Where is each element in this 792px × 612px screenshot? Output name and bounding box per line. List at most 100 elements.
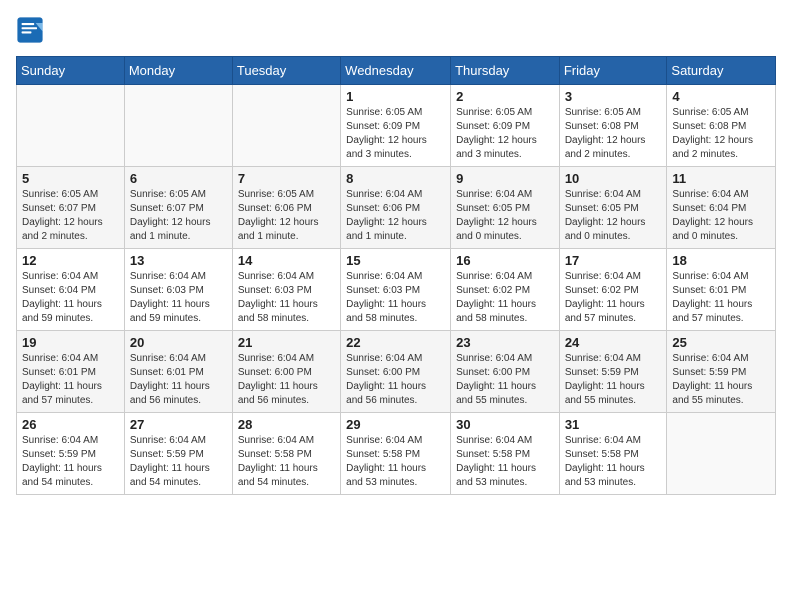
day-number: 26	[22, 417, 119, 432]
day-info: Sunrise: 6:04 AM Sunset: 5:59 PM Dayligh…	[565, 352, 662, 408]
calendar-cell: 22 Sunrise: 6:04 AM Sunset: 6:00 PM Dayli…	[341, 331, 451, 413]
day-number: 19	[22, 335, 119, 350]
day-number: 9	[456, 171, 554, 186]
day-info: Sunrise: 6:04 AM Sunset: 6:03 PM Dayligh…	[238, 270, 335, 326]
calendar-cell: 20Sunrise: 6:04 AM Sunset: 6:01 PM Dayli…	[124, 331, 232, 413]
calendar-cell: 1 Sunrise: 6:05 AM Sunset: 6:09 PM Daylig…	[341, 85, 451, 167]
day-info: Sunrise: 6:04 AM Sunset: 6:00 PM Dayligh…	[346, 352, 445, 408]
day-number: 21	[238, 335, 335, 350]
calendar-cell: 28 Sunrise: 6:04 AM Sunset: 5:58 PM Dayli…	[232, 413, 340, 495]
day-info: Sunrise: 6:04 AM Sunset: 6:04 PM Dayligh…	[672, 188, 770, 244]
day-info: Sunrise: 6:04 AM Sunset: 6:06 PM Dayligh…	[346, 188, 445, 244]
calendar-cell: 16 Sunrise: 6:04 AM Sunset: 6:02 PM Dayli…	[451, 249, 560, 331]
day-number: 12	[22, 253, 119, 268]
day-info: Sunrise: 6:04 AM Sunset: 6:02 PM Dayligh…	[456, 270, 554, 326]
day-info: Sunrise: 6:04 AM Sunset: 5:58 PM Dayligh…	[565, 434, 662, 490]
calendar-cell: 7 Sunrise: 6:05 AM Sunset: 6:06 PM Daylig…	[232, 167, 340, 249]
calendar-cell: 13 Sunrise: 6:04 AM Sunset: 6:03 PM Dayli…	[124, 249, 232, 331]
day-number: 8	[346, 171, 445, 186]
calendar-cell: 11 Sunrise: 6:04 AM Sunset: 6:04 PM Dayli…	[667, 167, 776, 249]
day-info: Sunrise: 6:04 AM Sunset: 6:01 PM Dayligh…	[22, 352, 119, 408]
day-number: 22	[346, 335, 445, 350]
day-number: 4	[672, 89, 770, 104]
day-info: Sunrise: 6:04 AM Sunset: 6:04 PM Dayligh…	[22, 270, 119, 326]
day-info: Sunrise: 6:04 AM Sunset: 6:01 PM Dayligh…	[130, 352, 227, 408]
calendar-week-row: 1 Sunrise: 6:05 AM Sunset: 6:09 PM Daylig…	[17, 85, 776, 167]
day-number: 23	[456, 335, 554, 350]
day-number: 16	[456, 253, 554, 268]
calendar-cell	[124, 85, 232, 167]
calendar-cell: 4 Sunrise: 6:05 AM Sunset: 6:08 PM Daylig…	[667, 85, 776, 167]
day-number: 14	[238, 253, 335, 268]
day-number: 29	[346, 417, 445, 432]
calendar-cell: 27 Sunrise: 6:04 AM Sunset: 5:59 PM Dayli…	[124, 413, 232, 495]
calendar-cell: 29 Sunrise: 6:04 AM Sunset: 5:58 PM Dayli…	[341, 413, 451, 495]
day-number: 15	[346, 253, 445, 268]
day-info: Sunrise: 6:04 AM Sunset: 6:00 PM Dayligh…	[456, 352, 554, 408]
day-info: Sunrise: 6:05 AM Sunset: 6:08 PM Dayligh…	[565, 106, 662, 162]
day-info: Sunrise: 6:04 AM Sunset: 5:58 PM Dayligh…	[238, 434, 335, 490]
day-number: 10	[565, 171, 662, 186]
day-header-saturday: Saturday	[667, 57, 776, 85]
logo-icon	[16, 16, 44, 44]
day-info: Sunrise: 6:05 AM Sunset: 6:08 PM Dayligh…	[672, 106, 770, 162]
day-header-tuesday: Tuesday	[232, 57, 340, 85]
calendar-cell	[667, 413, 776, 495]
calendar-week-row: 5Sunrise: 6:05 AM Sunset: 6:07 PM Daylig…	[17, 167, 776, 249]
day-info: Sunrise: 6:04 AM Sunset: 6:05 PM Dayligh…	[456, 188, 554, 244]
calendar-cell: 18Sunrise: 6:04 AM Sunset: 6:01 PM Dayli…	[667, 249, 776, 331]
day-header-wednesday: Wednesday	[341, 57, 451, 85]
calendar-week-row: 26 Sunrise: 6:04 AM Sunset: 5:59 PM Dayli…	[17, 413, 776, 495]
day-header-monday: Monday	[124, 57, 232, 85]
calendar-table: SundayMondayTuesdayWednesdayThursdayFrid…	[16, 56, 776, 495]
calendar-cell: 25Sunrise: 6:04 AM Sunset: 5:59 PM Dayli…	[667, 331, 776, 413]
day-number: 24	[565, 335, 662, 350]
day-number: 11	[672, 171, 770, 186]
day-info: Sunrise: 6:04 AM Sunset: 5:59 PM Dayligh…	[130, 434, 227, 490]
calendar-cell: 8 Sunrise: 6:04 AM Sunset: 6:06 PM Daylig…	[341, 167, 451, 249]
day-info: Sunrise: 6:05 AM Sunset: 6:06 PM Dayligh…	[238, 188, 335, 244]
calendar-cell: 14 Sunrise: 6:04 AM Sunset: 6:03 PM Dayli…	[232, 249, 340, 331]
day-info: Sunrise: 6:04 AM Sunset: 5:59 PM Dayligh…	[672, 352, 770, 408]
day-info: Sunrise: 6:04 AM Sunset: 5:59 PM Dayligh…	[22, 434, 119, 490]
calendar-cell	[232, 85, 340, 167]
day-info: Sunrise: 6:04 AM Sunset: 6:03 PM Dayligh…	[346, 270, 445, 326]
day-number: 13	[130, 253, 227, 268]
calendar-cell: 12 Sunrise: 6:04 AM Sunset: 6:04 PM Dayli…	[17, 249, 125, 331]
day-info: Sunrise: 6:04 AM Sunset: 6:05 PM Dayligh…	[565, 188, 662, 244]
day-number: 6	[130, 171, 227, 186]
page-header	[16, 16, 776, 44]
day-number: 31	[565, 417, 662, 432]
day-header-friday: Friday	[559, 57, 667, 85]
logo	[16, 16, 48, 44]
calendar-cell: 30Sunrise: 6:04 AM Sunset: 5:58 PM Dayli…	[451, 413, 560, 495]
calendar-week-row: 12 Sunrise: 6:04 AM Sunset: 6:04 PM Dayli…	[17, 249, 776, 331]
day-info: Sunrise: 6:05 AM Sunset: 6:09 PM Dayligh…	[456, 106, 554, 162]
calendar-week-row: 19 Sunrise: 6:04 AM Sunset: 6:01 PM Dayli…	[17, 331, 776, 413]
day-info: Sunrise: 6:05 AM Sunset: 6:07 PM Dayligh…	[22, 188, 119, 244]
day-info: Sunrise: 6:04 AM Sunset: 6:03 PM Dayligh…	[130, 270, 227, 326]
day-info: Sunrise: 6:05 AM Sunset: 6:07 PM Dayligh…	[130, 188, 227, 244]
calendar-cell: 10 Sunrise: 6:04 AM Sunset: 6:05 PM Dayli…	[559, 167, 667, 249]
day-header-thursday: Thursday	[451, 57, 560, 85]
day-info: Sunrise: 6:04 AM Sunset: 6:01 PM Dayligh…	[672, 270, 770, 326]
day-number: 27	[130, 417, 227, 432]
day-number: 28	[238, 417, 335, 432]
calendar-cell: 6 Sunrise: 6:05 AM Sunset: 6:07 PM Daylig…	[124, 167, 232, 249]
calendar-cell: 21Sunrise: 6:04 AM Sunset: 6:00 PM Dayli…	[232, 331, 340, 413]
day-number: 7	[238, 171, 335, 186]
calendar-cell: 15 Sunrise: 6:04 AM Sunset: 6:03 PM Dayli…	[341, 249, 451, 331]
calendar-header-row: SundayMondayTuesdayWednesdayThursdayFrid…	[17, 57, 776, 85]
calendar-cell: 31 Sunrise: 6:04 AM Sunset: 5:58 PM Dayli…	[559, 413, 667, 495]
calendar-cell: 24 Sunrise: 6:04 AM Sunset: 5:59 PM Dayli…	[559, 331, 667, 413]
calendar-cell: 26 Sunrise: 6:04 AM Sunset: 5:59 PM Dayli…	[17, 413, 125, 495]
calendar-cell: 3Sunrise: 6:05 AM Sunset: 6:08 PM Daylig…	[559, 85, 667, 167]
calendar-cell: 2 Sunrise: 6:05 AM Sunset: 6:09 PM Daylig…	[451, 85, 560, 167]
day-number: 1	[346, 89, 445, 104]
calendar-cell: 23 Sunrise: 6:04 AM Sunset: 6:00 PM Dayli…	[451, 331, 560, 413]
day-info: Sunrise: 6:05 AM Sunset: 6:09 PM Dayligh…	[346, 106, 445, 162]
day-number: 2	[456, 89, 554, 104]
calendar-cell: 17Sunrise: 6:04 AM Sunset: 6:02 PM Dayli…	[559, 249, 667, 331]
day-info: Sunrise: 6:04 AM Sunset: 5:58 PM Dayligh…	[346, 434, 445, 490]
calendar-cell: 9 Sunrise: 6:04 AM Sunset: 6:05 PM Daylig…	[451, 167, 560, 249]
